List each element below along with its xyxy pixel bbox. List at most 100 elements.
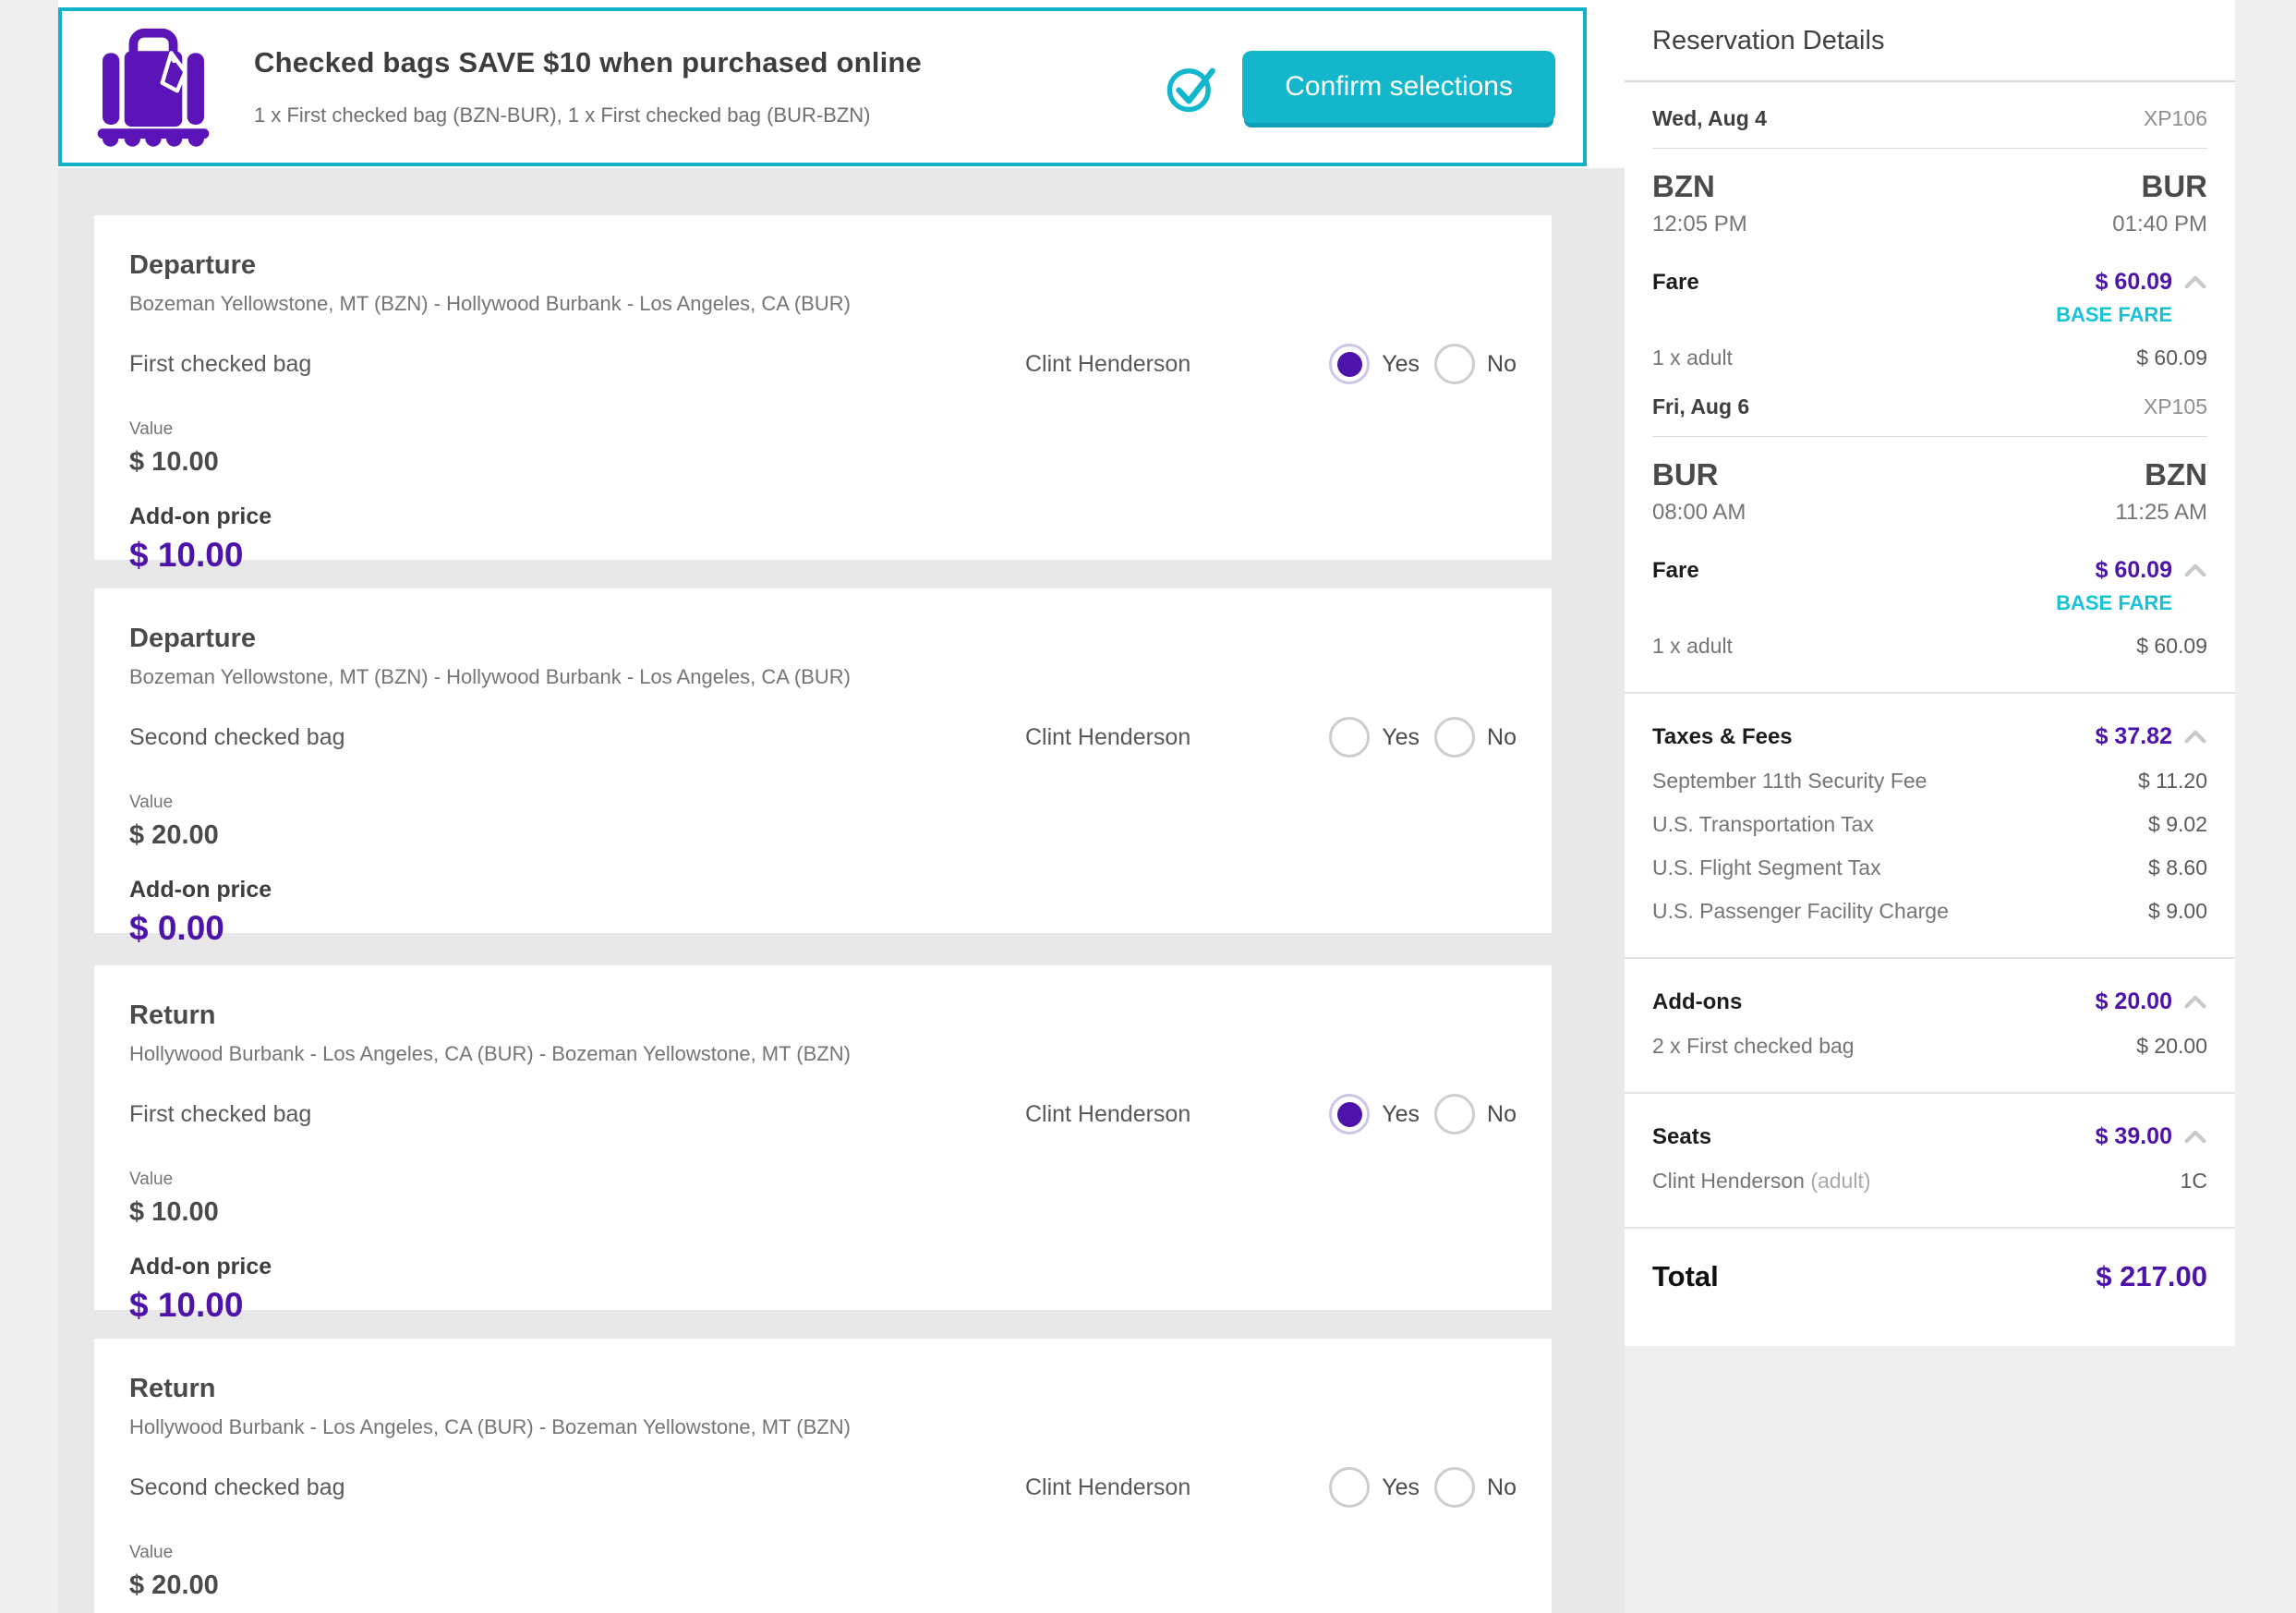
fare-amount: $ 60.09 [2096,269,2172,296]
card-direction: Return [129,1374,1517,1404]
bag-card-departure-second: Departure Bozeman Yellowstone, MT (BZN) … [94,588,1552,933]
seats-label: Seats [1652,1124,1711,1150]
bag-type: First checked bag [129,1101,1025,1128]
yes-radio[interactable] [1329,1467,1370,1508]
bag-choice-group: Yes No [1329,1094,1517,1134]
banner-title: Checked bags SAVE $10 when purchased onl… [254,46,922,79]
yes-label[interactable]: Yes [1382,1474,1420,1501]
pax-label: 1 x adult [1652,346,1733,370]
destination-code: BUR [2142,169,2208,204]
seats-section: Seats $ 39.00 Clint Henderson (adult) 1C [1652,1123,2207,1194]
pax-label: 1 x adult [1652,634,1733,659]
bag-type: First checked bag [129,351,1025,378]
addon-price-label: Add-on price [129,503,1517,530]
yes-radio[interactable] [1329,344,1370,384]
fee-amount: $ 9.02 [2148,812,2207,837]
divider [1625,957,2235,959]
bag-type: Second checked bag [129,724,1025,751]
fare-type-badge: BASE FARE [1652,591,2207,615]
fare-label: Fare [1652,270,1699,296]
no-radio[interactable] [1434,717,1475,758]
value-label: Value [129,1543,1517,1563]
departure-time: 12:05 PM [1652,212,1747,237]
chevron-up-icon[interactable] [2183,1129,2207,1145]
no-radio[interactable] [1434,1467,1475,1508]
total-section: Total $ 217.00 [1652,1260,2207,1293]
yes-label[interactable]: Yes [1382,1101,1420,1128]
fare-type-badge: BASE FARE [1652,303,2207,327]
bag-card-return-first: Return Hollywood Burbank - Los Angeles, … [94,965,1552,1310]
value-amount: $ 10.00 [129,447,1517,478]
addon-price-label: Add-on price [129,1254,1517,1280]
fee-amount: $ 11.20 [2138,769,2207,794]
fee-amount: $ 8.60 [2148,855,2207,880]
addon-price-amount: $ 0.00 [129,909,1517,948]
no-radio[interactable] [1434,1094,1475,1134]
confirm-selections-button[interactable]: Confirm selections [1242,51,1555,123]
flight-date: Wed, Aug 4 [1652,106,1767,131]
check-circle-icon [1165,60,1218,114]
flight-number: XP105 [2144,394,2207,419]
no-label[interactable]: No [1487,724,1517,751]
pax-amount: $ 60.09 [2136,634,2207,659]
fee-name: U.S. Transportation Tax [1652,812,1874,837]
bag-type: Second checked bag [129,1474,1025,1501]
flight-segment-return: Fri, Aug 6 XP105 BUR BZN 08:00 AM 11:25 … [1652,394,2207,659]
value-label: Value [129,793,1517,813]
no-radio[interactable] [1434,344,1475,384]
reservation-details-panel: Reservation Details Wed, Aug 4 XP106 BZN… [1625,0,2235,1346]
value-label: Value [129,419,1517,440]
chevron-up-icon[interactable] [2183,729,2207,745]
divider [1625,80,2235,82]
divider [1625,1092,2235,1094]
passenger-name: Clint Henderson [1025,1101,1190,1128]
no-label[interactable]: No [1487,1101,1517,1128]
divider [1625,1227,2235,1229]
passenger-type: (adult) [1810,1169,1870,1193]
card-direction: Departure [129,250,1517,281]
seat-assignment: 1C [2181,1169,2207,1194]
flight-number: XP106 [2144,106,2207,131]
pax-amount: $ 60.09 [2136,346,2207,370]
card-route: Hollywood Burbank - Los Angeles, CA (BUR… [129,1042,1517,1066]
addon-item-name: 2 x First checked bag [1652,1034,1855,1059]
destination-code: BZN [2145,457,2207,492]
passenger-name: Clint Henderson [1025,1474,1190,1501]
fare-label: Fare [1652,558,1699,584]
chevron-up-icon[interactable] [2183,274,2207,290]
addons-label: Add-ons [1652,989,1742,1015]
card-route: Hollywood Burbank - Los Angeles, CA (BUR… [129,1415,1517,1439]
yes-radio[interactable] [1329,1094,1370,1134]
yes-radio[interactable] [1329,717,1370,758]
yes-label[interactable]: Yes [1382,351,1420,378]
chevron-up-icon[interactable] [2183,994,2207,1010]
taxes-fees-label: Taxes & Fees [1652,724,1793,750]
passenger-name: Clint Henderson [1025,351,1190,378]
seats-total: $ 39.00 [2096,1123,2172,1150]
addons-section: Add-ons $ 20.00 2 x First checked bag $ … [1652,988,2207,1059]
bag-card-return-second: Return Hollywood Burbank - Los Angeles, … [94,1339,1552,1613]
fee-name: September 11th Security Fee [1652,769,1927,794]
no-label[interactable]: No [1487,1474,1517,1501]
taxes-fees-section: Taxes & Fees $ 37.82 September 11th Secu… [1652,723,2207,924]
yes-label[interactable]: Yes [1382,724,1420,751]
fee-name: U.S. Flight Segment Tax [1652,855,1881,880]
chevron-up-icon[interactable] [2183,563,2207,578]
luggage-icon [90,23,217,151]
fare-amount: $ 60.09 [2096,557,2172,584]
checked-bags-banner: Checked bags SAVE $10 when purchased onl… [58,7,1587,166]
divider [1625,692,2235,694]
page: Checked bags SAVE $10 when purchased onl… [0,0,2296,1613]
flight-segment-outbound: Wed, Aug 4 XP106 BZN BUR 12:05 PM 01:40 … [1652,106,2207,370]
bag-card-departure-first: Departure Bozeman Yellowstone, MT (BZN) … [94,215,1552,560]
fee-name: U.S. Passenger Facility Charge [1652,899,1949,924]
total-label: Total [1652,1260,1719,1293]
no-label[interactable]: No [1487,351,1517,378]
addon-price-label: Add-on price [129,877,1517,904]
bag-choice-group: Yes No [1329,1467,1517,1508]
divider [1652,436,2207,437]
card-direction: Departure [129,624,1517,654]
divider [1652,148,2207,149]
value-label: Value [129,1170,1517,1190]
origin-code: BUR [1652,457,1719,492]
